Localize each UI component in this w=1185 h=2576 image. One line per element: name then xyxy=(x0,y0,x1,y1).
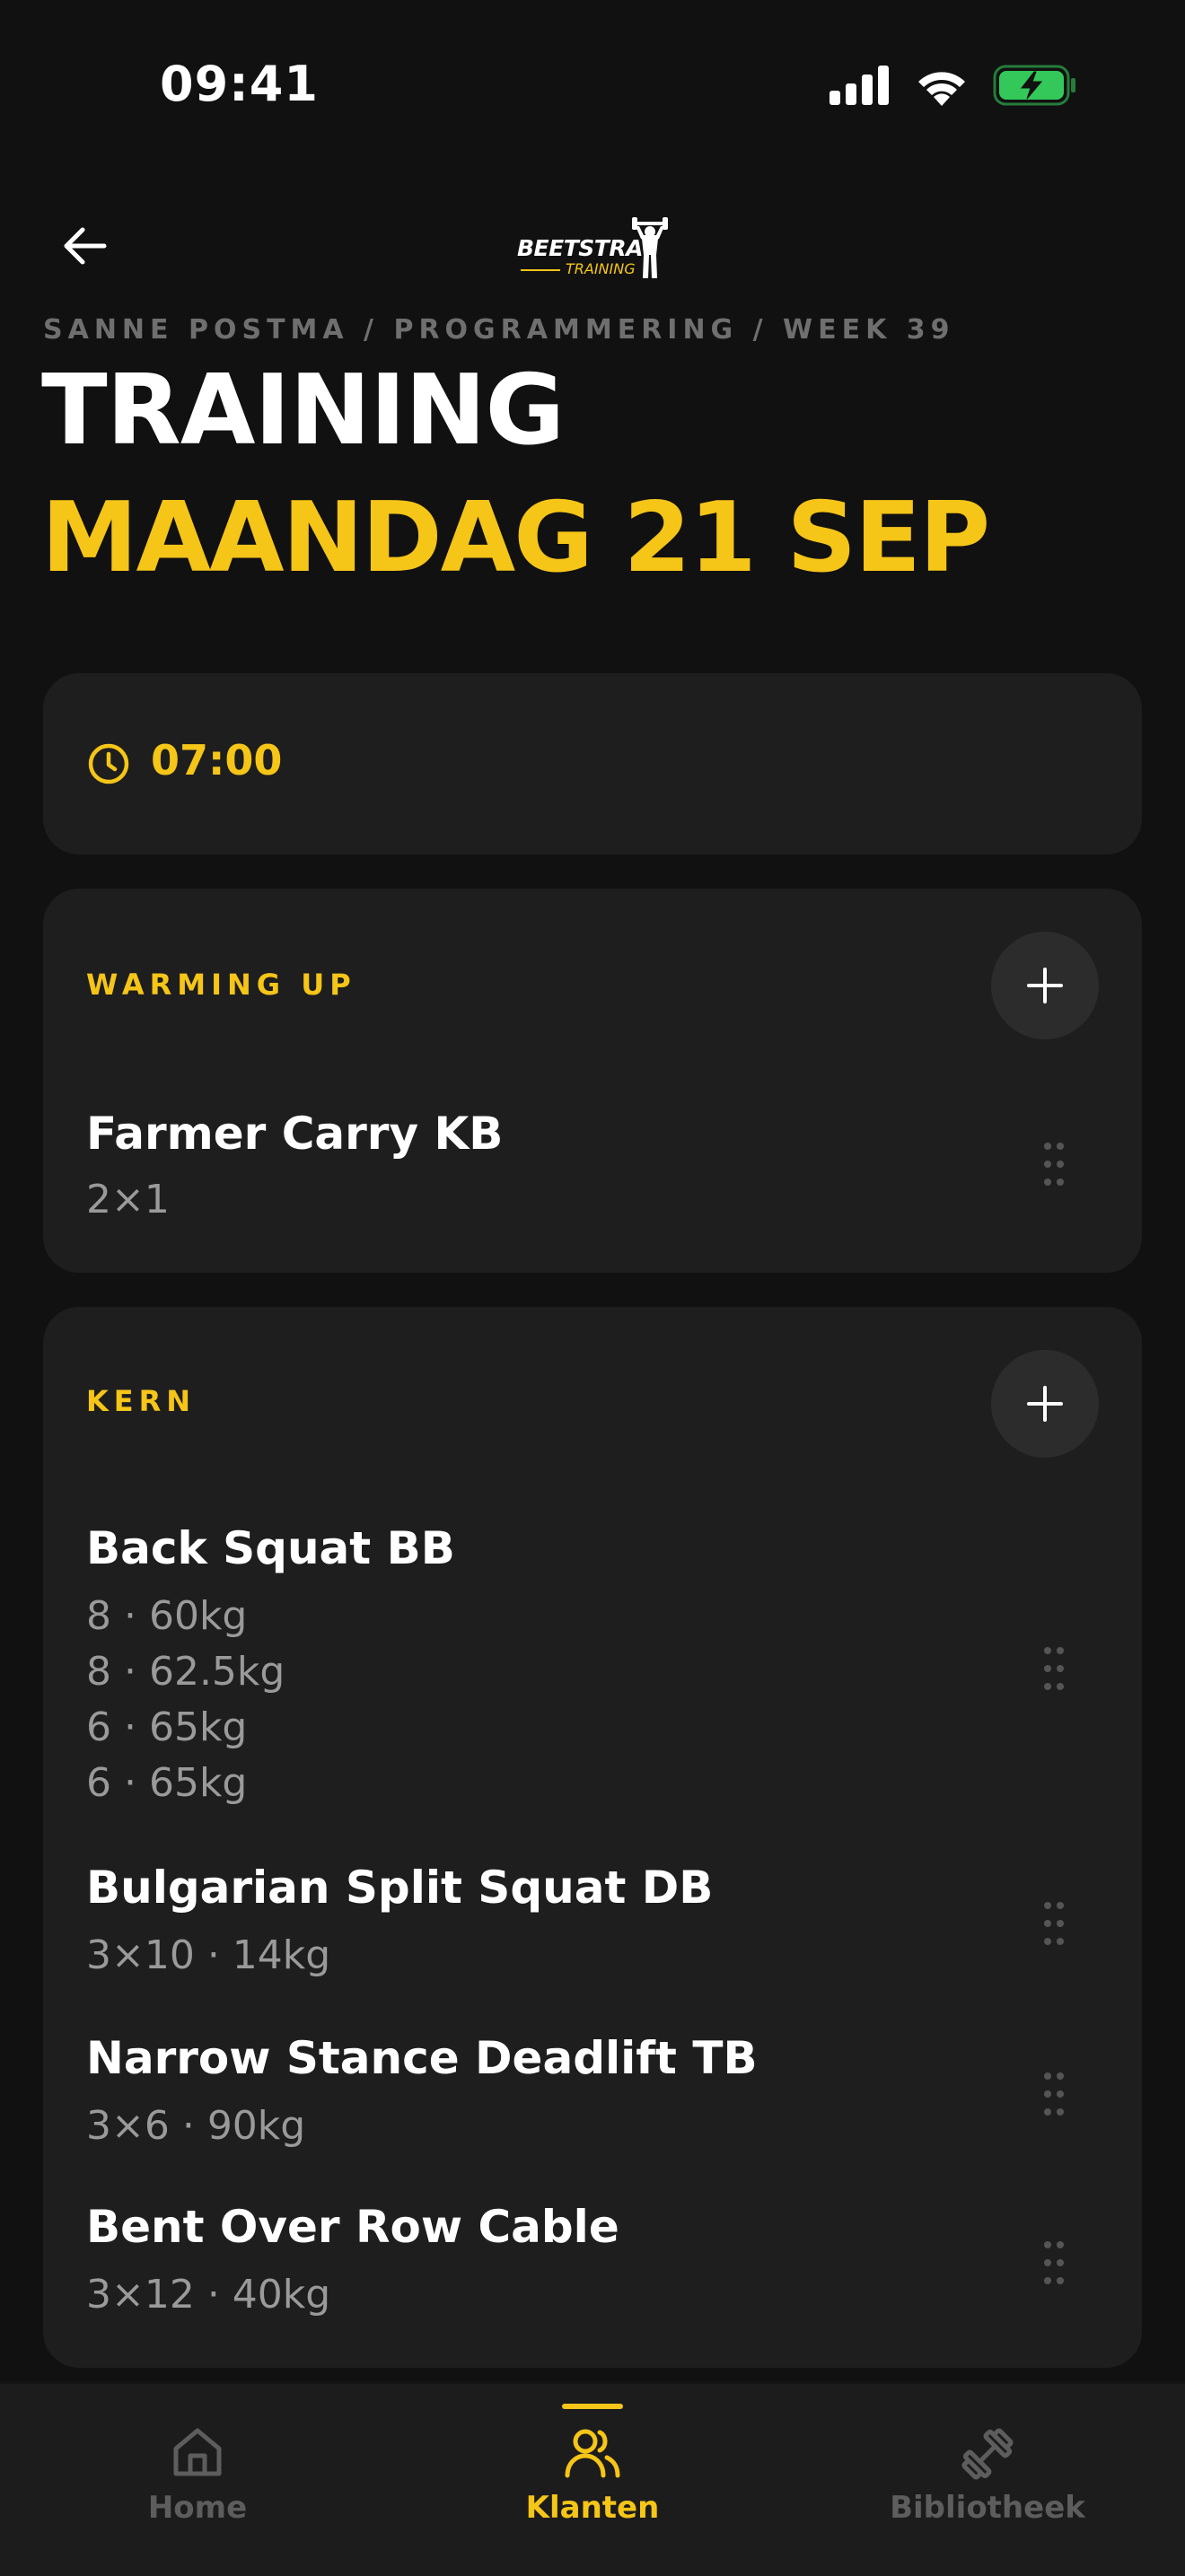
exercise-name: Farmer Carry KB xyxy=(86,1108,504,1160)
home-icon xyxy=(173,2428,222,2476)
section-title-warmup: WARMING UP xyxy=(86,968,356,1002)
exercise-name: Bent Over Row Cable xyxy=(86,2201,619,2253)
exercise-set: 8 · 60kg xyxy=(86,1593,248,1639)
exercise-set: 6 · 65kg xyxy=(86,1760,248,1806)
arrow-left-icon xyxy=(64,227,107,265)
users-icon xyxy=(565,2429,620,2478)
breadcrumb: SANNE POSTMA / PROGRAMMERING / WEEK 39 xyxy=(43,314,955,346)
cellular-signal-icon xyxy=(830,66,889,105)
status-time: 09:41 xyxy=(160,56,319,112)
tab-label: Bibliotheek xyxy=(890,2490,1085,2526)
battery-charging-icon xyxy=(993,65,1075,106)
session-time: 07:00 xyxy=(151,736,283,784)
exercise-set: 6 · 65kg xyxy=(86,1704,248,1750)
logo-text: BEETSTRA xyxy=(517,235,643,261)
exercise-name: Bulgarian Split Squat DB xyxy=(86,1862,714,1914)
drag-handle-icon[interactable] xyxy=(1043,1901,1065,1946)
bodybuilder-icon xyxy=(632,217,668,278)
brand-logo: BEETSTRA TRAINING xyxy=(515,215,670,284)
add-exercise-button-kern[interactable] xyxy=(991,1350,1099,1458)
plus-icon xyxy=(1027,968,1063,1003)
dumbbell-icon xyxy=(961,2428,1014,2480)
tab-label: Home xyxy=(147,2490,248,2526)
logo-subtext: TRAINING xyxy=(566,260,636,277)
tab-label: Klanten xyxy=(525,2490,660,2526)
exercise-set: 3×6 · 90kg xyxy=(86,2103,306,2149)
drag-handle-icon[interactable] xyxy=(1043,2072,1065,2116)
plus-icon xyxy=(1027,1386,1063,1422)
session-time-card[interactable]: 07:00 xyxy=(43,673,1142,854)
exercise-set: 2×1 xyxy=(86,1177,170,1222)
tab-bibliotheek[interactable]: Bibliotheek xyxy=(790,2384,1185,2576)
wifi-icon xyxy=(918,72,965,106)
page-date: MAANDAG 21 SEP xyxy=(41,482,990,594)
tab-home[interactable]: Home xyxy=(0,2384,395,2576)
exercise-name: Back Squat BB xyxy=(86,1522,455,1574)
status-icons xyxy=(830,65,1077,106)
section-title-kern: KERN xyxy=(86,1384,197,1418)
page-title: TRAINING xyxy=(41,355,565,467)
drag-handle-icon[interactable] xyxy=(1043,1142,1065,1187)
back-button[interactable] xyxy=(50,212,118,280)
exercise-set: 3×10 · 14kg xyxy=(86,1932,331,1978)
section-card-warmup: WARMING UP Farmer Carry KB 2×1 xyxy=(43,889,1142,1273)
status-bar: 09:41 xyxy=(0,0,1185,171)
logo-underline xyxy=(521,269,560,271)
clock-icon xyxy=(88,743,129,784)
exercise-set: 3×12 · 40kg xyxy=(86,2272,331,2318)
tab-bar: Home Klanten Bibliotheek xyxy=(0,2382,1185,2576)
exercise-set: 8 · 62.5kg xyxy=(86,1649,285,1695)
section-card-kern: KERN Back Squat BB 8 · 60kg 8 · 62.5kg 6… xyxy=(43,1307,1142,2368)
drag-handle-icon[interactable] xyxy=(1043,1646,1065,1691)
drag-handle-icon[interactable] xyxy=(1043,2240,1065,2285)
add-exercise-button-warmup[interactable] xyxy=(991,932,1099,1039)
active-tab-indicator xyxy=(562,2404,623,2409)
tab-klanten[interactable]: Klanten xyxy=(395,2384,790,2576)
exercise-name: Narrow Stance Deadlift TB xyxy=(86,2032,758,2084)
